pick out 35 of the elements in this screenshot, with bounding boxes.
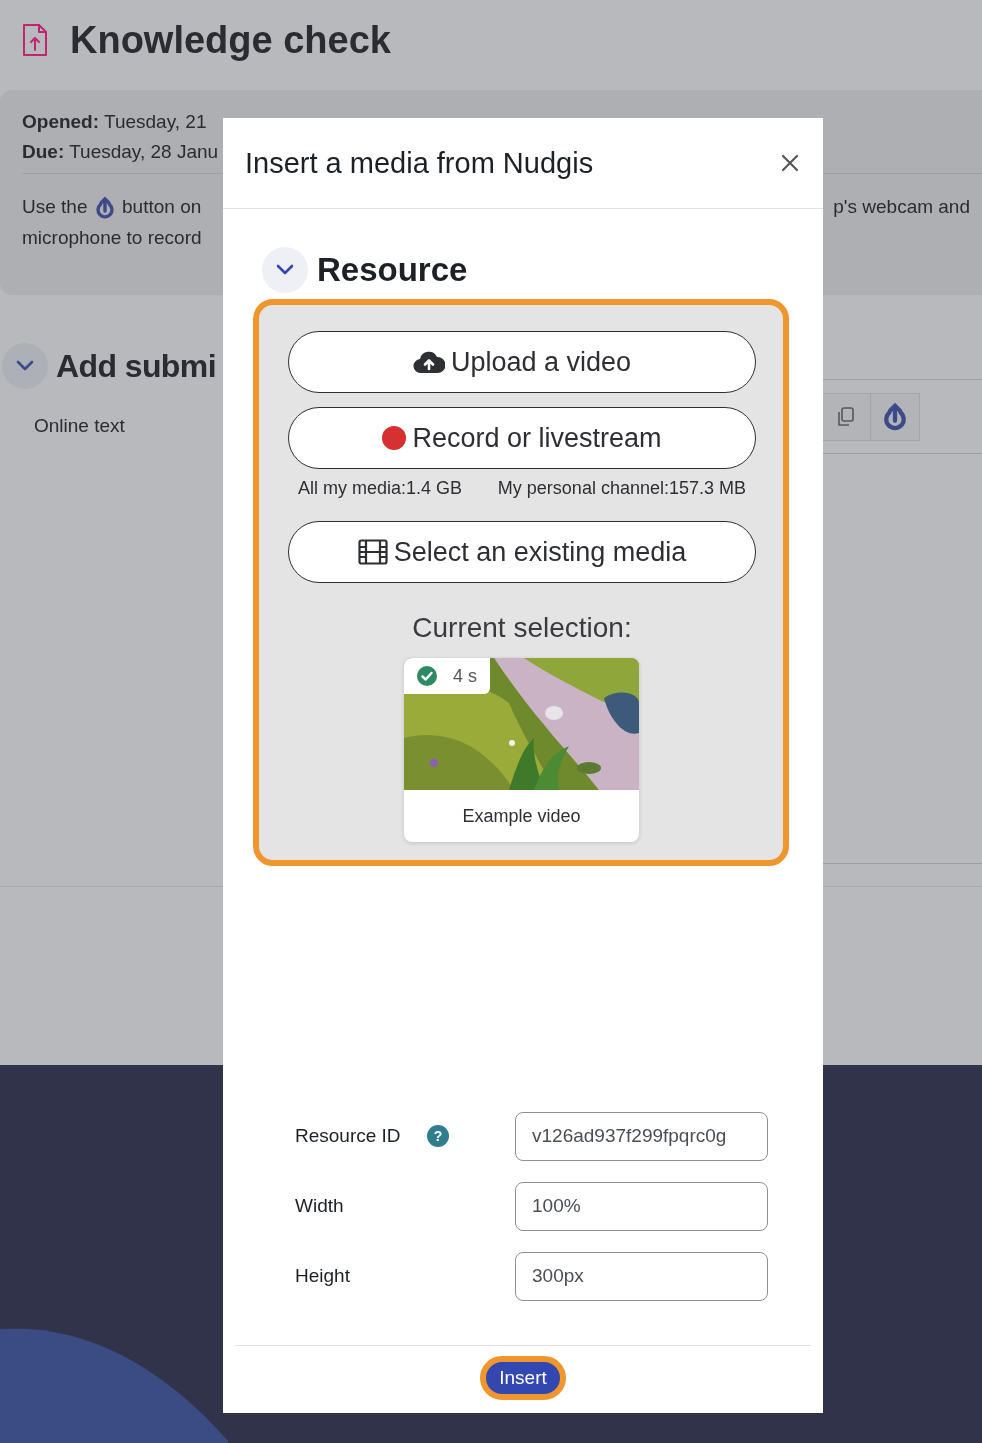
browse-button[interactable]: Select an existing media: [288, 521, 756, 583]
media-card[interactable]: 4 s Example video: [404, 658, 639, 842]
quota-text: My personal channel:157.3 MB: [497, 477, 746, 499]
instruction-text: microphone to record: [22, 227, 202, 248]
text-field[interactable]: 100%: [515, 1181, 768, 1231]
help-icon[interactable]: ?: [426, 1125, 449, 1147]
field-label: Resource ID: [295, 1125, 401, 1147]
record-icon: [382, 426, 407, 450]
section-title: Add submi: [56, 347, 216, 385]
duration-label: 4 s: [453, 665, 477, 687]
collapse-toggle[interactable]: [262, 247, 308, 293]
quota-text: All my media:1.4 GB: [298, 477, 463, 499]
field-label: Online text: [34, 415, 126, 437]
selection-heading: Current selection:: [411, 611, 633, 645]
file-upload-icon: [22, 23, 48, 57]
upload-button[interactable]: Upload a video: [288, 331, 756, 393]
field-label: Height: [295, 1265, 350, 1287]
film-icon: [357, 539, 388, 565]
date-text: Opened: Tuesday, 21: [22, 110, 207, 134]
text-field[interactable]: v126ad937f299fpqrc0g: [515, 1111, 768, 1161]
copy-icon[interactable]: [836, 406, 856, 428]
collapse-toggle[interactable]: [2, 343, 48, 389]
section-title: Resource: [317, 251, 468, 289]
field-label: Width: [295, 1195, 344, 1217]
date-text: Due: Tuesday, 28 Janu: [22, 140, 219, 164]
media-title: Example video: [461, 804, 582, 828]
instruction-text: button on: [122, 196, 202, 217]
text-field[interactable]: 300px: [515, 1251, 768, 1301]
instruction-text: Use the: [22, 196, 88, 217]
dialog-title: Insert a media from Nudgis: [245, 146, 594, 180]
instruction-text: p's webcam and: [833, 195, 970, 219]
cloud-upload-icon: [412, 350, 445, 374]
insert-button[interactable]: Insert: [480, 1356, 566, 1400]
record-button[interactable]: Record or livestream: [288, 407, 756, 469]
page-title: Knowledge check: [70, 18, 391, 62]
